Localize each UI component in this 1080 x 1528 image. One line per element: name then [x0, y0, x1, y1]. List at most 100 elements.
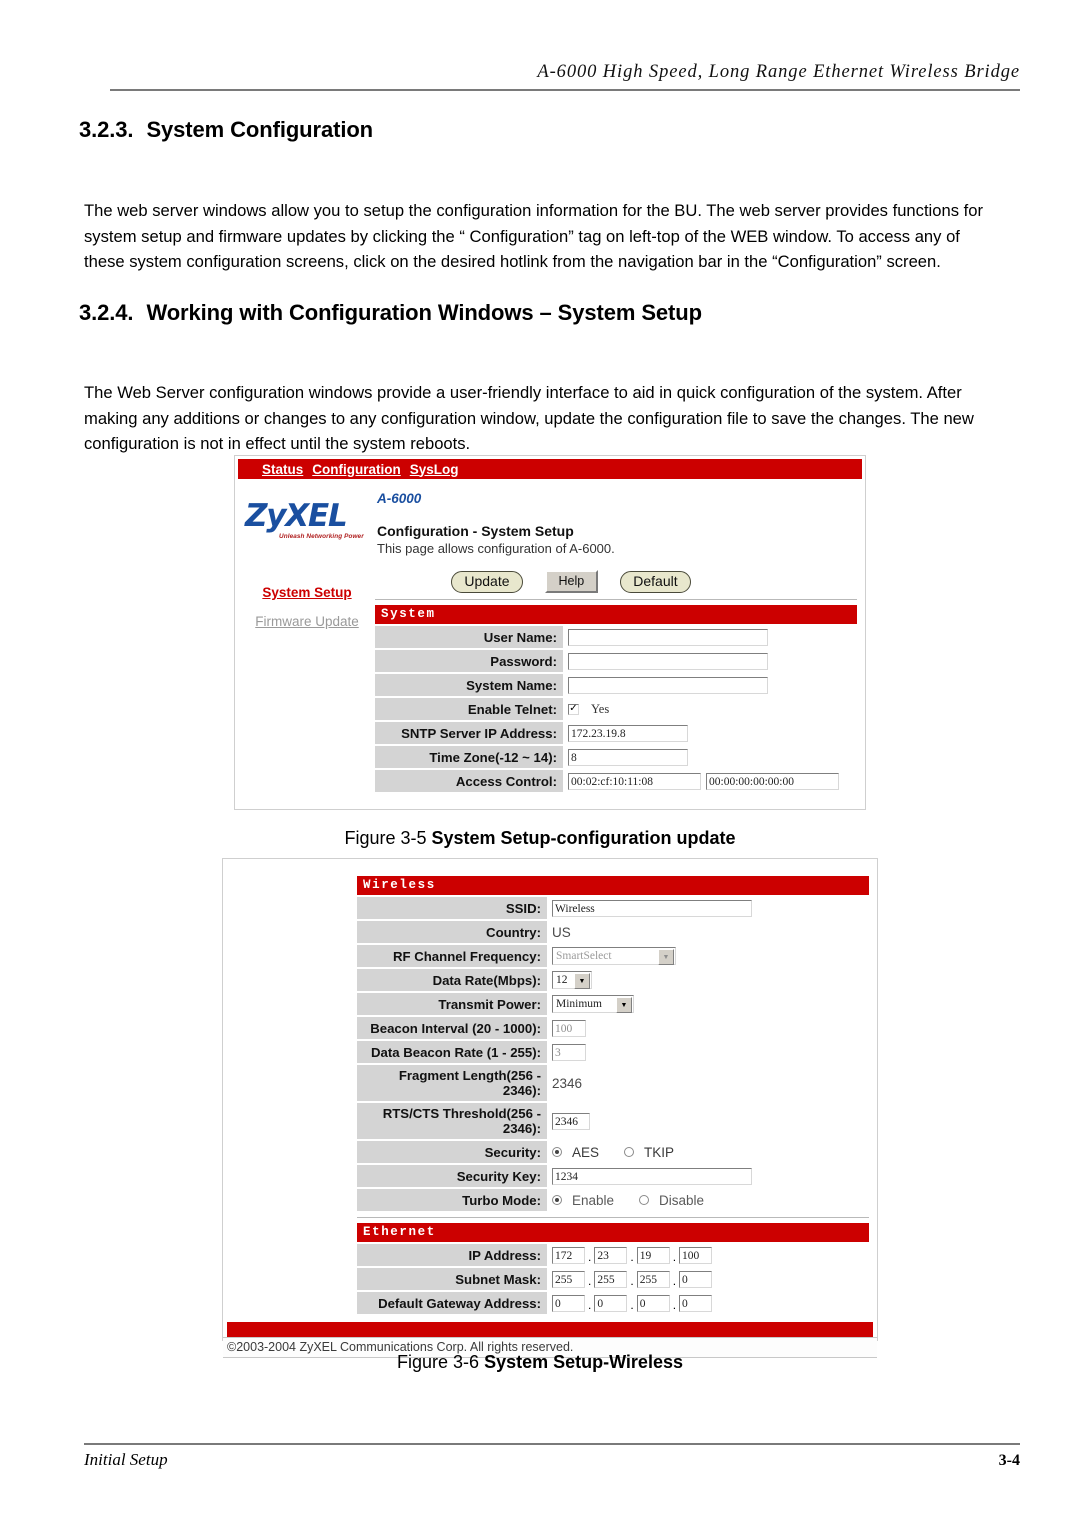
radio-turbo-disable[interactable]: [639, 1195, 650, 1205]
input-subnet-octet-3[interactable]: 255: [636, 1270, 670, 1288]
select-rf-channel-frequency[interactable]: SmartSelect ▼: [552, 947, 676, 965]
input-ip-octet-2[interactable]: 23: [594, 1246, 628, 1264]
footer-page-number: 3-4: [998, 1452, 1020, 1469]
form-row-ssid: SSID: Wireless: [357, 897, 869, 919]
help-button[interactable]: Help: [544, 570, 599, 593]
chevron-down-icon: ▼: [616, 997, 632, 1013]
radio-turbo-enable-label: Enable: [572, 1192, 615, 1208]
select-rf-channel-frequency-value: SmartSelect: [556, 950, 612, 962]
input-data-beacon-rate[interactable]: 3: [552, 1043, 586, 1061]
value-country: US: [552, 924, 571, 940]
form-row-subnet-mask: Subnet Mask: 255 . 255 . 255 . 0: [357, 1268, 869, 1290]
figure-3-5-screenshot: Status Configuration SysLog ZyXEL Unleas…: [234, 455, 866, 810]
label-rts-cts-threshold: RTS/CTS Threshold(256 - 2346):: [357, 1103, 547, 1139]
default-button[interactable]: Default: [620, 570, 691, 593]
octet-separator: .: [630, 1249, 634, 1264]
label-transmit-power: Transmit Power:: [357, 993, 547, 1015]
select-data-rate[interactable]: 12 ▼: [552, 971, 592, 989]
input-security-key[interactable]: 1234: [552, 1167, 752, 1185]
web-page-title: Configuration - System Setup: [377, 523, 574, 539]
form-row-fragment-length: Fragment Length(256 - 2346): 2346: [357, 1065, 869, 1101]
label-security: Security:: [357, 1141, 547, 1163]
section-header-system: System: [375, 605, 857, 624]
select-data-rate-value: 12: [556, 974, 568, 986]
figure-3-6-caption: Figure 3-6 System Setup-Wireless: [0, 1352, 1080, 1373]
chevron-down-icon: ▼: [574, 973, 590, 989]
radio-security-tkip-label: TKIP: [644, 1144, 675, 1160]
input-sntp-server-ip[interactable]: 172.23.19.8: [568, 724, 688, 742]
octet-separator: .: [588, 1297, 592, 1312]
checkbox-enable-telnet[interactable]: ✓: [568, 703, 579, 715]
label-ssid: SSID:: [357, 897, 547, 919]
value-fragment-length: 2346: [552, 1075, 583, 1091]
sidebar-item-firmware-update[interactable]: Firmware Update: [239, 614, 375, 629]
input-access-control-2[interactable]: 00:00:00:00:00:00: [706, 772, 839, 790]
input-subnet-octet-1[interactable]: 255: [552, 1270, 585, 1288]
input-system-name[interactable]: [568, 676, 768, 694]
input-subnet-octet-2[interactable]: 255: [594, 1270, 628, 1288]
input-gateway-octet-1[interactable]: 0: [552, 1294, 585, 1312]
input-user-name[interactable]: [568, 628, 768, 646]
web-page-body: ZyXEL Unleash Networking Power System Se…: [235, 479, 865, 792]
input-access-control-1[interactable]: 00:02:cf:10:11:08: [568, 772, 701, 790]
page-footer: Initial Setup 3-4: [84, 1443, 1020, 1470]
paragraph-3-2-3: The web server windows allow you to setu…: [84, 201, 983, 271]
divider: [357, 1217, 869, 1218]
input-ip-octet-4[interactable]: 100: [679, 1246, 713, 1264]
checkbox-enable-telnet-label: Yes: [591, 701, 610, 716]
footer-section-label: Initial Setup: [84, 1450, 168, 1469]
input-password[interactable]: [568, 652, 768, 670]
form-row-turbo-mode: Turbo Mode: Enable Disable: [357, 1189, 869, 1211]
octet-separator: .: [630, 1273, 634, 1288]
heading-3-2-4-number: 3.2.4.: [79, 300, 134, 325]
label-enable-telnet: Enable Telnet:: [375, 698, 563, 720]
web-sidebar: ZyXEL Unleash Networking Power System Se…: [239, 479, 375, 792]
chevron-down-icon: ▼: [658, 949, 674, 965]
form-row-system-name: System Name:: [375, 674, 857, 696]
input-gateway-octet-2[interactable]: 0: [594, 1294, 628, 1312]
input-ip-octet-1[interactable]: 172: [552, 1246, 585, 1264]
select-transmit-power-value: Minimum: [556, 998, 603, 1010]
heading-3-2-3-title: System Configuration: [146, 117, 374, 142]
label-data-beacon-rate: Data Beacon Rate (1 - 255):: [357, 1041, 547, 1063]
input-gateway-octet-3[interactable]: 0: [636, 1294, 670, 1312]
radio-security-aes[interactable]: [552, 1147, 562, 1157]
input-ssid[interactable]: Wireless: [552, 899, 752, 917]
input-subnet-octet-4[interactable]: 0: [679, 1270, 713, 1288]
input-gateway-octet-4[interactable]: 0: [679, 1294, 713, 1312]
label-data-rate: Data Rate(Mbps):: [357, 969, 547, 991]
sidebar-item-system-setup[interactable]: System Setup: [239, 585, 375, 600]
label-system-name: System Name:: [375, 674, 563, 696]
select-transmit-power[interactable]: Minimum ▼: [552, 995, 634, 1013]
input-ip-octet-3[interactable]: 19: [636, 1246, 670, 1264]
zyxel-logo-text: ZyXEL: [245, 498, 348, 534]
radio-turbo-enable[interactable]: [552, 1195, 562, 1205]
radio-turbo-disable-label: Disable: [659, 1192, 705, 1208]
radio-security-tkip[interactable]: [624, 1147, 635, 1157]
label-time-zone: Time Zone(-12 ~ 14):: [375, 746, 563, 768]
octet-separator: .: [588, 1249, 592, 1264]
figure-3-5-caption: Figure 3-5 System Setup-configuration up…: [0, 828, 1080, 849]
update-button[interactable]: Update: [451, 570, 523, 593]
web-main-column: A-6000 Configuration - System Setup This…: [375, 479, 861, 792]
heading-3-2-4-title: Working with Configuration Windows – Sys…: [146, 300, 702, 325]
octet-separator: .: [672, 1297, 677, 1312]
label-rf-channel-frequency: RF Channel Frequency:: [357, 945, 547, 967]
paragraph-3-2-4: The Web Server configuration windows pro…: [84, 383, 974, 453]
input-beacon-interval[interactable]: 100: [552, 1019, 586, 1037]
nav-link-syslog[interactable]: SysLog: [410, 462, 459, 477]
figure-3-6-sidebar-spacer: [227, 859, 357, 1314]
input-rts-cts-threshold[interactable]: 2346: [552, 1112, 590, 1130]
form-row-rf-channel: RF Channel Frequency: SmartSelect ▼: [357, 945, 869, 967]
input-time-zone[interactable]: 8: [568, 748, 688, 766]
label-access-control: Access Control:: [375, 770, 563, 792]
form-row-password: Password:: [375, 650, 857, 672]
label-turbo-mode: Turbo Mode:: [357, 1189, 547, 1211]
nav-link-status[interactable]: Status: [262, 462, 303, 477]
nav-link-configuration[interactable]: Configuration: [312, 462, 400, 477]
radio-security-aes-label: AES: [572, 1144, 600, 1160]
web-footer-bar: [227, 1322, 873, 1337]
heading-3-2-3-number: 3.2.3.: [79, 117, 134, 142]
label-country: Country:: [357, 921, 547, 943]
figure-3-6-caption-title: System Setup-Wireless: [484, 1352, 683, 1372]
